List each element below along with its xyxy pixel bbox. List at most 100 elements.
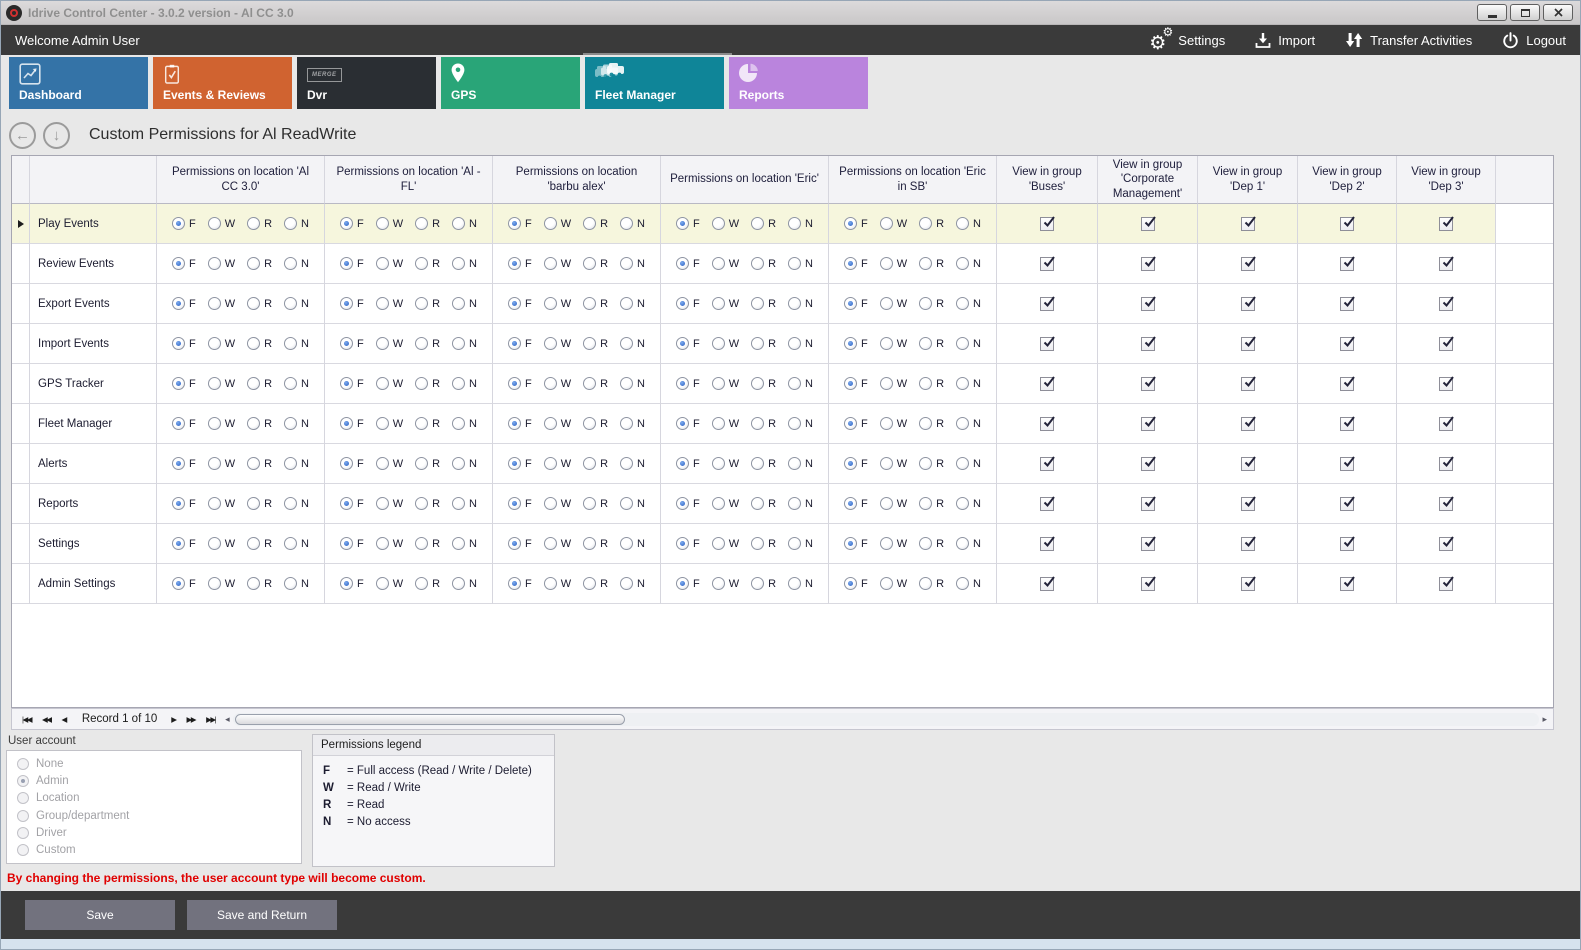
permission-radio-W[interactable]: W (208, 337, 235, 350)
user-account-option-location[interactable]: Location (17, 792, 291, 804)
permission-radio-F[interactable]: F (676, 537, 700, 550)
permission-radio-W[interactable]: W (880, 537, 907, 550)
group-checkbox[interactable] (1141, 257, 1155, 271)
permission-radio-N[interactable]: N (620, 577, 645, 590)
permission-radio-W[interactable]: W (208, 457, 235, 470)
permission-radio-W[interactable]: W (880, 297, 907, 310)
permission-radio-W[interactable]: W (880, 417, 907, 430)
permission-radio-F[interactable]: F (340, 257, 364, 270)
permission-radio-F[interactable]: F (676, 217, 700, 230)
permission-radio-N[interactable]: N (452, 457, 477, 470)
permission-radio-R[interactable]: R (415, 577, 440, 590)
permission-radio-F[interactable]: F (340, 537, 364, 550)
permission-radio-W[interactable]: W (208, 217, 235, 230)
permission-radio-N[interactable]: N (284, 337, 309, 350)
group-checkbox[interactable] (1141, 337, 1155, 351)
group-checkbox[interactable] (1141, 417, 1155, 431)
permission-radio-N[interactable]: N (452, 377, 477, 390)
group-checkbox[interactable] (1340, 257, 1354, 271)
permission-radio-R[interactable]: R (919, 417, 944, 430)
group-checkbox[interactable] (1340, 297, 1354, 311)
permission-radio-R[interactable]: R (751, 537, 776, 550)
scrollbar-track[interactable] (233, 713, 1540, 726)
permission-radio-N[interactable]: N (452, 297, 477, 310)
permission-radio-N[interactable]: N (620, 417, 645, 430)
group-checkbox[interactable] (1040, 297, 1054, 311)
permission-radio-W[interactable]: W (880, 577, 907, 590)
permission-radio-R[interactable]: R (919, 297, 944, 310)
next-page-button[interactable]: ▶▶ (187, 715, 196, 724)
permission-radio-W[interactable]: W (376, 417, 403, 430)
permission-radio-F[interactable]: F (340, 217, 364, 230)
permission-radio-W[interactable]: W (544, 297, 571, 310)
permission-radio-W[interactable]: W (544, 377, 571, 390)
permission-radio-R[interactable]: R (919, 217, 944, 230)
next-record-button[interactable]: ▶ (171, 715, 175, 724)
permission-radio-F[interactable]: F (508, 537, 532, 550)
scroll-down-button[interactable]: ↓ (43, 122, 70, 149)
permission-radio-F[interactable]: F (172, 297, 196, 310)
permission-radio-N[interactable]: N (956, 457, 981, 470)
permission-radio-F[interactable]: F (508, 457, 532, 470)
permission-radio-W[interactable]: W (712, 497, 739, 510)
permission-radio-F[interactable]: F (340, 377, 364, 390)
permission-radio-F[interactable]: F (172, 217, 196, 230)
permission-radio-W[interactable]: W (208, 417, 235, 430)
permission-radio-N[interactable]: N (788, 217, 813, 230)
permission-radio-N[interactable]: N (284, 537, 309, 550)
permission-radio-N[interactable]: N (452, 257, 477, 270)
user-account-option-group-department[interactable]: Group/department (17, 810, 291, 822)
permission-radio-R[interactable]: R (919, 257, 944, 270)
permission-radio-F[interactable]: F (844, 457, 868, 470)
permission-radio-F[interactable]: F (676, 297, 700, 310)
permission-radio-R[interactable]: R (415, 257, 440, 270)
permission-radio-R[interactable]: R (751, 457, 776, 470)
group-checkbox[interactable] (1241, 257, 1255, 271)
group-checkbox[interactable] (1141, 537, 1155, 551)
permission-radio-W[interactable]: W (880, 497, 907, 510)
permission-radio-W[interactable]: W (880, 257, 907, 270)
permission-radio-F[interactable]: F (844, 297, 868, 310)
permission-radio-R[interactable]: R (415, 537, 440, 550)
group-checkbox[interactable] (1241, 577, 1255, 591)
permission-radio-W[interactable]: W (208, 537, 235, 550)
permission-radio-F[interactable]: F (676, 457, 700, 470)
permission-radio-F[interactable]: F (844, 337, 868, 350)
permission-radio-F[interactable]: F (676, 577, 700, 590)
permission-radio-F[interactable]: F (676, 497, 700, 510)
group-checkbox[interactable] (1040, 417, 1054, 431)
permission-radio-N[interactable]: N (788, 577, 813, 590)
permission-radio-N[interactable]: N (788, 377, 813, 390)
permission-radio-F[interactable]: F (844, 537, 868, 550)
group-checkbox[interactable] (1241, 417, 1255, 431)
permission-radio-W[interactable]: W (712, 377, 739, 390)
permission-radio-F[interactable]: F (172, 337, 196, 350)
prev-page-button[interactable]: ◀◀ (42, 715, 51, 724)
permission-radio-F[interactable]: F (844, 577, 868, 590)
permission-radio-N[interactable]: N (452, 537, 477, 550)
permission-radio-N[interactable]: N (956, 377, 981, 390)
group-checkbox[interactable] (1340, 417, 1354, 431)
group-checkbox[interactable] (1439, 577, 1453, 591)
permission-radio-R[interactable]: R (919, 457, 944, 470)
permission-radio-F[interactable]: F (508, 497, 532, 510)
permission-radio-R[interactable]: R (751, 377, 776, 390)
permission-radio-F[interactable]: F (172, 577, 196, 590)
permission-radio-N[interactable]: N (956, 577, 981, 590)
permission-radio-R[interactable]: R (751, 417, 776, 430)
group-checkbox[interactable] (1340, 537, 1354, 551)
permission-radio-R[interactable]: R (247, 577, 272, 590)
permission-radio-W[interactable]: W (376, 377, 403, 390)
permission-radio-N[interactable]: N (284, 257, 309, 270)
permission-radio-R[interactable]: R (583, 497, 608, 510)
tab-gps[interactable]: GPS (441, 57, 580, 109)
group-checkbox[interactable] (1439, 417, 1453, 431)
group-checkbox[interactable] (1141, 377, 1155, 391)
permission-radio-F[interactable]: F (340, 297, 364, 310)
permission-radio-N[interactable]: N (788, 257, 813, 270)
permission-radio-W[interactable]: W (712, 297, 739, 310)
group-checkbox[interactable] (1241, 337, 1255, 351)
transfer-activities-button[interactable]: Transfer Activities (1345, 32, 1472, 48)
permission-radio-R[interactable]: R (919, 377, 944, 390)
group-checkbox[interactable] (1340, 377, 1354, 391)
